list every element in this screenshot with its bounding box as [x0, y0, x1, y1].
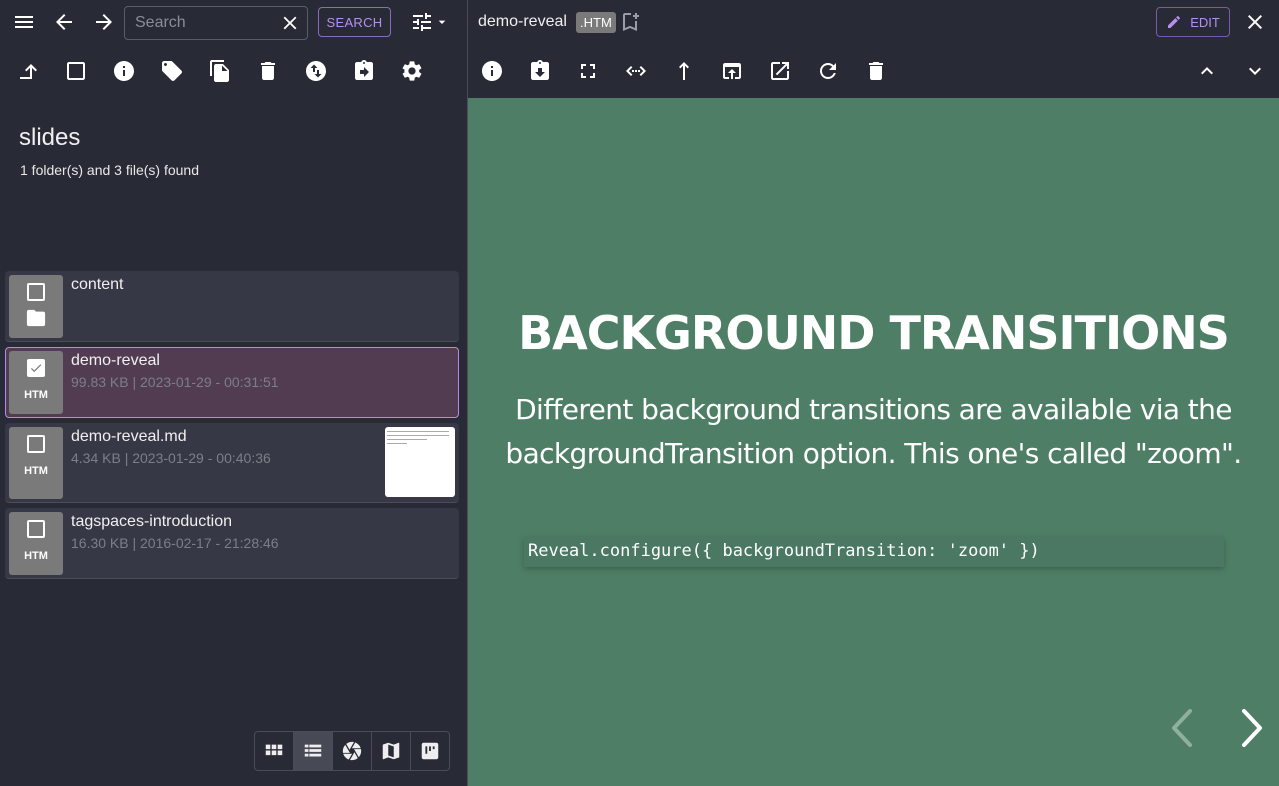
entry-meta: 99.83 KB | 2023-01-29 - 00:31:51	[71, 374, 279, 390]
entry-checkbox[interactable]	[27, 520, 45, 538]
slide-title: BACKGROUND TRANSITIONS	[518, 306, 1230, 360]
grid-view-button[interactable]	[255, 732, 294, 770]
tag-icon[interactable]	[156, 55, 188, 87]
list-view-button[interactable]	[294, 732, 333, 770]
entry-thumb: HTM	[9, 427, 63, 499]
file-info-icon[interactable]	[476, 55, 508, 87]
folder-title: slides	[19, 124, 81, 151]
entry-thumb	[9, 275, 63, 338]
open-parent-folder-icon[interactable]	[668, 55, 700, 87]
check-icon	[30, 364, 42, 373]
camera-aperture-icon	[342, 741, 362, 761]
file-row-demo-reveal[interactable]: HTM demo-reveal 99.83 KB | 2023-01-29 - …	[5, 347, 459, 418]
file-row-tagspaces-introduction[interactable]: HTM tagspaces-introduction 16.30 KB | 20…	[5, 508, 459, 579]
tune-icon	[413, 13, 431, 31]
search-field[interactable]	[124, 6, 308, 40]
entry-meta: 4.34 KB | 2023-01-29 - 00:40:36	[71, 450, 271, 466]
file-extension-label: HTM	[24, 465, 48, 477]
search-input[interactable]	[135, 7, 275, 39]
view-mode-switcher	[254, 731, 450, 771]
pencil-icon	[1168, 15, 1181, 28]
download-icon[interactable]	[524, 55, 556, 87]
opened-file-name: demo-reveal	[478, 13, 567, 30]
slide-body-text: Different background transitions are ava…	[505, 393, 1242, 470]
clear-search-icon[interactable]	[279, 12, 301, 34]
folder-icon	[25, 308, 47, 333]
entry-name: demo-reveal.md	[71, 428, 187, 445]
file-extension-label: HTM	[24, 550, 48, 562]
entry-checkbox[interactable]	[27, 283, 45, 301]
reload-icon[interactable]	[812, 55, 844, 87]
next-file-icon[interactable]	[1239, 55, 1271, 87]
map-view-button[interactable]	[372, 732, 411, 770]
search-options-button[interactable]	[406, 6, 454, 38]
file-extension-badge: .HTM	[576, 12, 616, 33]
slide-next-arrow-icon[interactable]	[1232, 703, 1272, 753]
menu-icon[interactable]	[8, 6, 40, 38]
folder-summary: 1 folder(s) and 3 file(s) found	[20, 162, 199, 178]
bookmark-add-icon[interactable]	[614, 6, 646, 38]
gallery-view-button[interactable]	[333, 732, 372, 770]
previous-file-icon[interactable]	[1191, 55, 1223, 87]
select-all-icon[interactable]	[60, 55, 92, 87]
entry-name: demo-reveal	[71, 352, 160, 369]
forward-arrow-icon[interactable]	[88, 6, 120, 38]
kanban-icon	[421, 742, 439, 760]
slide-prev-arrow-icon[interactable]	[1162, 703, 1202, 753]
delete-file-icon[interactable]	[860, 55, 892, 87]
close-icon[interactable]	[1239, 6, 1271, 38]
kanban-view-button[interactable]	[411, 732, 449, 770]
file-row-demo-reveal-md[interactable]: HTM demo-reveal.md 4.34 KB | 2023-01-29 …	[5, 423, 459, 503]
open-external-icon[interactable]	[764, 55, 796, 87]
settings-icon[interactable]	[396, 55, 428, 87]
search-button[interactable]: SEARCH	[318, 7, 391, 37]
list-icon	[304, 744, 322, 757]
file-preview-thumbnail	[385, 427, 455, 497]
file-viewer-panel: demo-reveal .HTM EDIT BACKGROUND TRANSIT…	[468, 0, 1279, 786]
file-browser-panel: SEARCH slid	[0, 0, 467, 786]
entry-checkbox-checked[interactable]	[27, 359, 45, 377]
edit-label: EDIT	[1190, 14, 1220, 30]
open-in-window-icon[interactable]	[716, 55, 748, 87]
map-icon	[382, 742, 400, 760]
tagspaces-app: SEARCH slid	[0, 0, 1279, 786]
edit-button[interactable]: EDIT	[1156, 7, 1230, 37]
file-extension-label: HTM	[24, 389, 48, 401]
entry-checkbox[interactable]	[27, 435, 45, 453]
entry-thumb: HTM	[9, 512, 63, 575]
folder-row-content[interactable]: content	[5, 271, 459, 342]
parent-folder-icon[interactable]	[12, 55, 44, 87]
entry-name: tagspaces-introduction	[71, 513, 232, 530]
back-arrow-icon[interactable]	[48, 6, 80, 38]
entry-name: content	[71, 276, 124, 293]
delete-icon[interactable]	[252, 55, 284, 87]
info-icon[interactable]	[108, 55, 140, 87]
dropdown-caret-icon	[438, 20, 446, 24]
fullscreen-icon[interactable]	[572, 55, 604, 87]
slide-code-block: Reveal.configure({ backgroundTransition:…	[524, 537, 1224, 567]
grid-icon	[265, 744, 283, 756]
copy-icon[interactable]	[204, 55, 236, 87]
sort-icon[interactable]	[300, 55, 332, 87]
import-icon[interactable]	[348, 55, 380, 87]
toggle-width-icon[interactable]	[620, 55, 652, 87]
entry-thumb: HTM	[9, 351, 63, 414]
reveal-slide-preview[interactable]: BACKGROUND TRANSITIONS Different backgro…	[468, 98, 1279, 786]
entry-meta: 16.30 KB | 2016-02-17 - 21:28:46	[71, 535, 279, 551]
